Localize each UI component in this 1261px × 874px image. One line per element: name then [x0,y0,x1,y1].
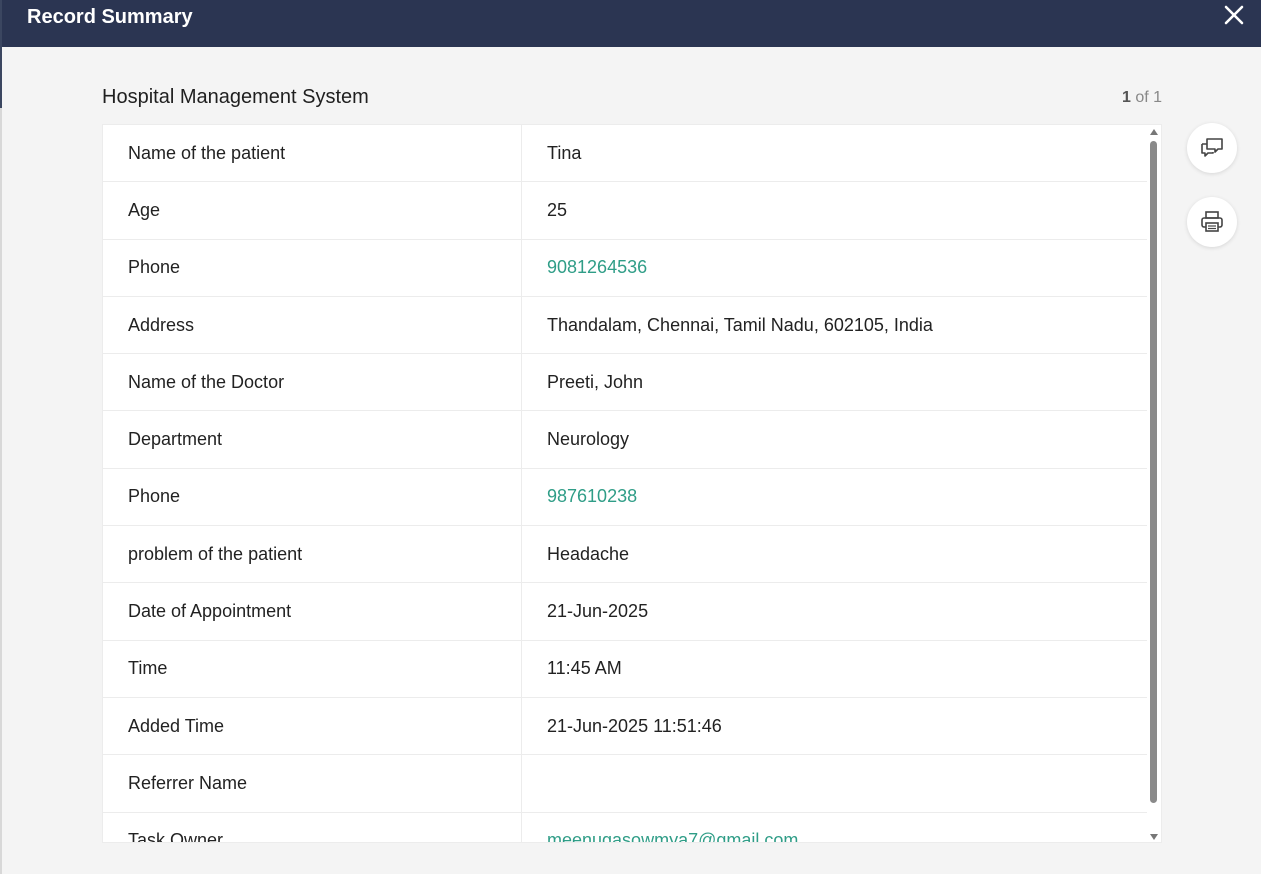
field-row: Time 11:45 AM [103,640,1149,698]
field-label: Phone [103,239,522,296]
field-value: Neurology [547,429,630,450]
close-icon [1224,5,1244,25]
dialog-header: Record Summary [2,0,1261,47]
field-value: 11:45 AM [547,658,622,679]
field-row: Referrer Name [103,755,1149,813]
left-edge-shadow [0,108,2,874]
field-value: 21-Jun-2025 11:51:46 [547,715,722,736]
field-label: Age [103,182,522,239]
field-row: Date of Appointment 21-Jun-2025 [103,583,1149,641]
field-value: Preeti, John [547,371,644,392]
field-label: Name of the patient [103,125,522,182]
record-details-card: Name of the patient Tina Age 25 Phone 9081264… [102,124,1162,843]
field-row: Task Owner meenugasowmya7@gmail.com [103,812,1149,842]
field-row: Age 25 [103,182,1149,240]
field-label: Referrer Name [103,755,522,812]
record-pager: 1 of 1 [1122,89,1162,107]
print-button[interactable] [1187,197,1237,247]
field-row: Name of the patient Tina [103,125,1149,183]
close-button[interactable] [1221,2,1247,28]
field-row: Address Thandalam, Chennai, Tamil Nadu, 6… [103,296,1149,355]
field-label: Date of Appointment [103,583,522,640]
field-value: Tina [547,142,582,163]
scrollbar[interactable] [1147,125,1161,842]
field-value: 21-Jun-2025 [547,601,649,622]
scrollbar-thumb[interactable] [1150,141,1157,803]
form-title: Hospital Management System [102,86,369,108]
pager-current: 1 [1121,89,1131,106]
field-value: Headache [547,543,630,564]
print-icon [1201,211,1223,232]
scroll-down-arrow-icon[interactable] [1150,834,1158,840]
field-row: Phone 9081264536 [103,239,1149,297]
field-label: Phone [103,468,522,526]
field-label: Address [103,296,522,354]
field-value: 25 [547,199,568,220]
field-value-link[interactable]: 987610238 [522,486,637,507]
field-label: problem of the patient [103,526,522,583]
field-row: Department Neurology [103,411,1149,469]
field-row: Name of the Doctor Preeti, John [103,354,1149,412]
pager-total: of 1 [1135,89,1162,106]
field-value: Thandalam, Chennai, Tamil Nadu, 602105, … [547,314,933,335]
comment-icon [1201,138,1223,157]
field-label: Added Time [103,697,522,755]
dialog-title: Record Summary [27,6,193,28]
field-label: Task Owner [103,812,522,842]
scroll-up-arrow-icon[interactable] [1150,129,1158,135]
field-label: Department [103,411,522,468]
field-row: Added Time 21-Jun-2025 11:51:46 [103,697,1149,756]
field-value-link[interactable]: meenugasowmya7@gmail.com [522,830,798,842]
field-row: Phone 987610238 [103,468,1149,527]
comments-button[interactable] [1187,123,1237,173]
field-list: Name of the patient Tina Age 25 Phone 9081264… [103,125,1149,842]
field-value-link[interactable]: 9081264536 [522,257,647,278]
field-row: problem of the patient Headache [103,526,1149,584]
field-label: Name of the Doctor [103,354,522,411]
field-label: Time [103,640,522,697]
